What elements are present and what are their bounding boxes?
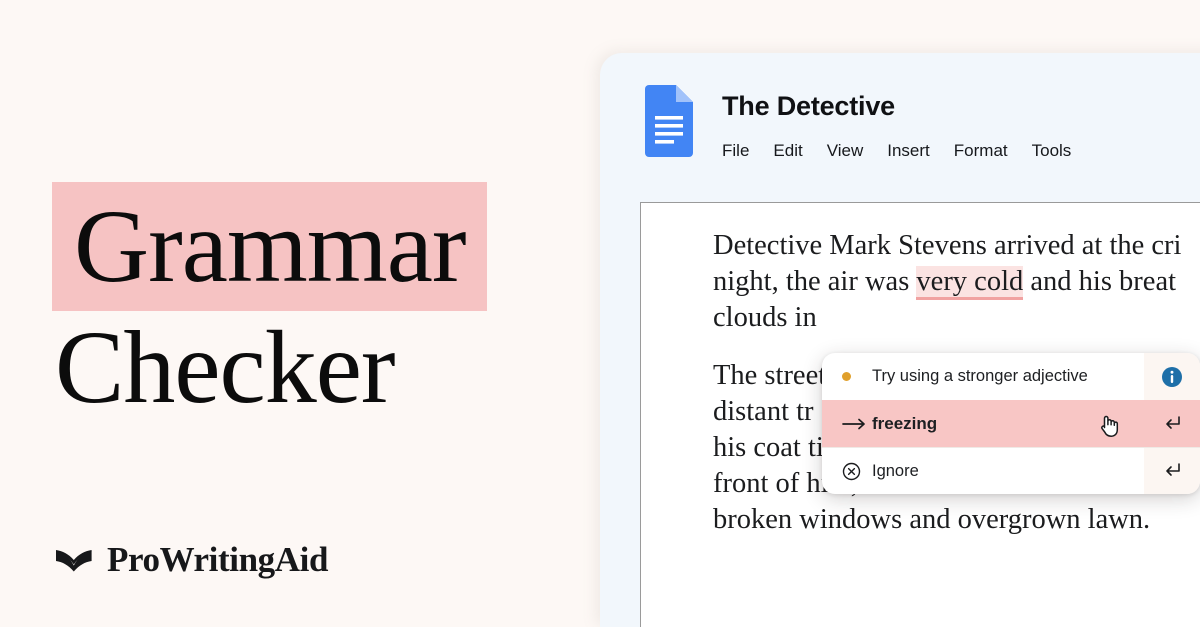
menu-item-view[interactable]: View (827, 142, 864, 159)
document-title: The Detective (722, 91, 895, 121)
arrow-right-icon (842, 417, 872, 431)
paragraph-1-line-1: Detective Mark Stevens arrived at the cr… (713, 230, 1182, 261)
document-menubar: File Edit View Insert Format Tools (722, 142, 1071, 159)
google-docs-document-icon (645, 85, 693, 157)
enter-return-icon[interactable] (1144, 461, 1200, 481)
grammar-suggestion-popup[interactable]: Try using a stronger adjective freezing (822, 353, 1200, 494)
menu-item-file[interactable]: File (722, 142, 749, 159)
suggestion-hint-row: Try using a stronger adjective (822, 353, 1200, 400)
menu-item-edit[interactable]: Edit (773, 142, 802, 159)
headline-line-2: Checker (55, 310, 395, 426)
menu-item-tools[interactable]: Tools (1032, 142, 1072, 159)
prowritingaid-book-mark-icon (56, 550, 92, 572)
paragraph-2-line-5: broken windows and overgrown lawn. (713, 504, 1151, 535)
menu-item-format[interactable]: Format (954, 142, 1008, 159)
marketing-pane: Grammar Checker ProWritingAid (0, 0, 600, 627)
page-title: Grammar Checker (52, 182, 572, 426)
enter-return-icon[interactable] (1144, 414, 1200, 434)
info-circle-icon[interactable] (1144, 366, 1200, 388)
suggestion-hint-label: Try using a stronger adjective (872, 367, 1088, 385)
headline-line-1: Grammar (52, 182, 572, 312)
paragraph-2-line-2: distant tr (713, 396, 814, 427)
grammar-error-highlight[interactable]: very cold (916, 266, 1024, 300)
suggestion-ignore-row[interactable]: Ignore (822, 447, 1200, 494)
brand-logo: ProWritingAid (54, 540, 328, 580)
document-header: The Detective File Edit View Insert Form… (641, 85, 1071, 159)
document-app-window: The Detective File Edit View Insert Form… (600, 53, 1200, 627)
brand-name: ProWritingAid (107, 540, 329, 579)
suggestion-ignore-label: Ignore (872, 461, 919, 480)
menu-item-insert[interactable]: Insert (887, 142, 930, 159)
orange-dot-icon (842, 372, 872, 381)
paragraph-1-line-3: clouds in (713, 302, 817, 333)
suggestion-replace-row[interactable]: freezing (822, 400, 1200, 447)
paragraph-2-line-1: The street (713, 360, 827, 391)
pointing-hand-cursor-icon (1101, 415, 1119, 437)
paragraph-1-line-2-suffix: and his breat (1023, 266, 1177, 297)
paragraph-1-line-2-prefix: night, the air was (713, 266, 917, 297)
headline-highlighted-word: Grammar (52, 182, 488, 312)
paragraph-1: Detective Mark Stevens arrived at the cr… (713, 228, 1200, 336)
circle-x-icon (842, 462, 872, 481)
document-title-and-menu: The Detective File Edit View Insert Form… (722, 85, 1071, 160)
